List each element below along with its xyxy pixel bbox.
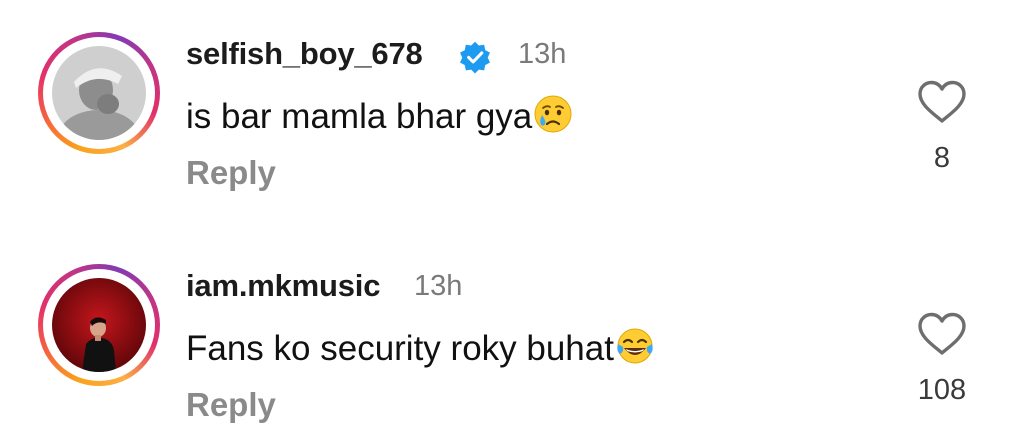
heart-icon[interactable]: [916, 310, 968, 358]
comment-timestamp: 13h: [414, 270, 463, 302]
crying-face-icon: [534, 95, 572, 133]
comments-list: selfish_boy_678 13h is bar mamla bhar gy…: [0, 0, 1024, 440]
comment-text-row: is bar mamla bhar gya: [186, 94, 573, 137]
comment-username[interactable]: iam.mkmusic: [186, 268, 380, 304]
tears-of-joy-icon: [617, 328, 653, 364]
comment-item: iam.mkmusic 13h Fans ko security roky bu…: [0, 232, 1024, 432]
like-count: 108: [917, 374, 967, 406]
avatar-photo: [52, 278, 146, 372]
comment-text: Fans ko security roky buhat: [186, 329, 614, 368]
reply-button[interactable]: Reply: [186, 154, 276, 192]
comment-username[interactable]: selfish_boy_678: [186, 36, 423, 72]
comment-text-row: Fans ko security roky buhat: [186, 326, 655, 369]
comment-timestamp: 13h: [518, 38, 567, 70]
heart-icon[interactable]: [916, 78, 968, 126]
avatar[interactable]: [52, 278, 146, 372]
reply-button[interactable]: Reply: [186, 386, 276, 424]
story-ring[interactable]: [38, 32, 160, 154]
avatar[interactable]: [52, 46, 146, 140]
verified-badge-icon: [460, 41, 490, 74]
avatar-photo: [52, 46, 146, 140]
story-ring[interactable]: [38, 264, 160, 386]
comment-item: selfish_boy_678 13h is bar mamla bhar gy…: [0, 0, 1024, 200]
like-count: 8: [933, 142, 951, 174]
comment-text: is bar mamla bhar gya: [186, 97, 533, 136]
